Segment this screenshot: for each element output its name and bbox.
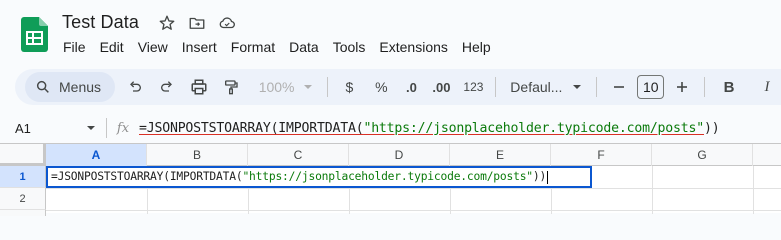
zoom-label: 100%: [258, 79, 295, 95]
font-size-input[interactable]: 10: [637, 75, 665, 99]
decrease-font-size-button[interactable]: [605, 73, 633, 101]
column-header-c[interactable]: C: [248, 144, 349, 166]
dropdown-arrow-icon: [303, 85, 312, 89]
paint-format-button[interactable]: [217, 73, 245, 101]
cell-reference: A1: [15, 120, 31, 136]
redo-icon: [160, 81, 172, 92]
plus-icon: [677, 82, 688, 92]
formula-bar: A1 fx =JSONPOSTSTOARRAY(IMPORTDATA("http…: [0, 114, 781, 142]
column-headers: A B C D E F G: [0, 144, 781, 166]
currency-format-button[interactable]: $: [335, 73, 363, 101]
menu-insert[interactable]: Insert: [175, 39, 224, 55]
toolbar-divider: [495, 77, 497, 97]
font-family-select[interactable]: Defaul...: [504, 79, 588, 95]
menu-bar: File Edit View Insert Format Data Tools …: [56, 37, 498, 57]
menu-edit[interactable]: Edit: [93, 39, 131, 55]
spreadsheet-app: Test Data File Edit View Insert Format D…: [0, 0, 781, 216]
row-header-2[interactable]: 2: [0, 188, 46, 210]
formula-input[interactable]: =JSONPOSTSTOARRAY(IMPORTDATA("https://js…: [139, 120, 720, 136]
row-header-1[interactable]: 1: [0, 166, 46, 188]
zoom-select[interactable]: 100%: [253, 79, 319, 95]
cell-formula-prefix: =JSONPOSTSTOARRAY(IMPORTDATA(: [51, 170, 243, 184]
increase-decimal-button[interactable]: .00: [427, 73, 455, 101]
undo-button[interactable]: [121, 73, 149, 101]
formula-string: "https://jsonplaceholder.typicode.com/po…: [363, 120, 704, 136]
move-folder-icon[interactable]: [186, 12, 208, 34]
print-button[interactable]: [185, 73, 213, 101]
cell-formula-suffix: )): [532, 170, 547, 184]
column-header-f[interactable]: F: [551, 144, 652, 166]
formula-prefix: =JSONPOSTSTOARRAY(IMPORTDATA(: [139, 120, 364, 136]
font-family-label: Defaul...: [510, 79, 563, 95]
toolbar: Menus 100% $ % .0 .00 123 Defaul... 10 B…: [15, 69, 781, 105]
gridline: [46, 188, 781, 189]
dropdown-arrow-icon: [87, 126, 95, 130]
document-title[interactable]: Test Data: [62, 12, 139, 33]
gridline: [753, 166, 754, 214]
toolbar-divider: [704, 77, 706, 97]
menu-tools[interactable]: Tools: [326, 39, 373, 55]
spreadsheet-grid: A B C D E F G 1 2 =JSONPOSTSTOARRAY(IMPO…: [0, 143, 781, 216]
cell-a1-content: =JSONPOSTSTOARRAY(IMPORTDATA("https://js…: [51, 170, 549, 184]
search-menus-button[interactable]: Menus: [25, 72, 115, 102]
menu-data[interactable]: Data: [282, 39, 326, 55]
minus-icon: [614, 86, 625, 88]
star-icon[interactable]: [156, 12, 178, 34]
increase-font-size-button[interactable]: [668, 73, 696, 101]
cell-formula-string: "https://jsonplaceholder.typicode.com/po…: [242, 170, 533, 184]
column-header-a[interactable]: A: [46, 144, 147, 166]
italic-button[interactable]: I: [753, 73, 781, 101]
toolbar-divider: [596, 77, 598, 97]
menu-file[interactable]: File: [56, 39, 93, 55]
formula-suffix: )): [704, 120, 720, 136]
menu-help[interactable]: Help: [455, 39, 498, 55]
sheets-logo-icon[interactable]: [21, 17, 48, 52]
undo-icon: [129, 81, 141, 92]
menu-format[interactable]: Format: [224, 39, 282, 55]
paint-format-icon: [224, 80, 238, 95]
gridline: [652, 166, 653, 214]
gridline: [46, 210, 781, 211]
select-all-corner[interactable]: [0, 144, 46, 166]
column-header-g[interactable]: G: [652, 144, 753, 166]
column-header-d[interactable]: D: [349, 144, 450, 166]
name-box[interactable]: A1: [0, 121, 100, 136]
menus-label: Menus: [59, 79, 102, 95]
percent-format-button[interactable]: %: [367, 73, 395, 101]
fx-icon: fx: [116, 120, 130, 136]
menu-view[interactable]: View: [131, 39, 175, 55]
decrease-decimal-button[interactable]: .0: [397, 73, 425, 101]
column-header-b[interactable]: B: [147, 144, 248, 166]
bold-button[interactable]: B: [715, 73, 743, 101]
column-header-e[interactable]: E: [450, 144, 551, 166]
search-icon: [36, 80, 49, 93]
print-icon: [191, 79, 207, 95]
dropdown-arrow-icon: [573, 85, 582, 89]
redo-button[interactable]: [153, 73, 181, 101]
more-formats-button[interactable]: 123: [459, 73, 487, 101]
row-header-3[interactable]: [0, 210, 46, 216]
text-cursor: [547, 170, 549, 184]
cloud-saved-icon[interactable]: [216, 12, 238, 34]
active-cell-a1[interactable]: =JSONPOSTSTOARRAY(IMPORTDATA("https://js…: [46, 166, 592, 188]
menu-extensions[interactable]: Extensions: [372, 39, 454, 55]
toolbar-divider: [326, 77, 328, 97]
